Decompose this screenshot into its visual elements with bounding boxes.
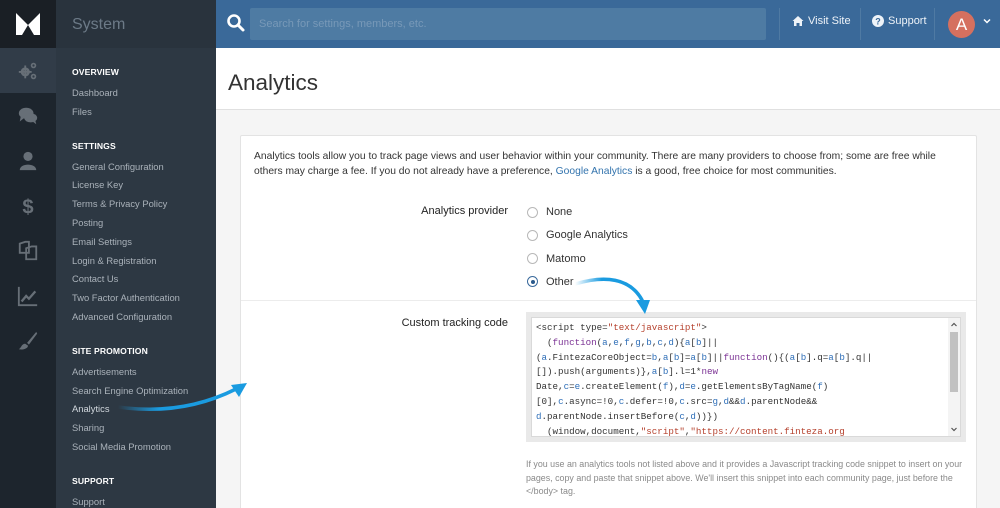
menu-item-two-factor-authentication[interactable]: Two Factor Authentication xyxy=(72,289,216,308)
intro-text: Analytics tools allow you to track page … xyxy=(254,149,964,179)
custom-tracking-code-label: Custom tracking code xyxy=(401,317,508,329)
user-avatar[interactable]: A xyxy=(948,11,975,38)
radio-button[interactable] xyxy=(527,276,538,288)
radio-option-matomo[interactable]: Matomo xyxy=(527,253,586,265)
visit-site-label: Visit Site xyxy=(808,15,851,27)
page-header: Analytics xyxy=(216,48,1000,110)
tracking-code-help-text: If you use an analytics tools not listed… xyxy=(526,459,963,496)
menu-item-search-engine-optimization[interactable]: Search Engine Optimization xyxy=(72,382,216,401)
divider xyxy=(860,8,861,40)
menu-item-support[interactable]: Support xyxy=(72,493,216,508)
menu-section: Overview Dashboard Files xyxy=(56,67,216,122)
menu-item-contact-us[interactable]: Contact Us xyxy=(72,270,216,289)
support-label: Support xyxy=(888,15,927,27)
tracking-code-textarea[interactable]: <script type="text/javascript"> (functio… xyxy=(531,317,961,437)
radio-label: Other xyxy=(546,275,574,288)
menu-item-analytics[interactable]: Analytics xyxy=(72,400,216,419)
menu-item-advanced-configuration[interactable]: Advanced Configuration xyxy=(72,308,216,327)
chat-icon xyxy=(18,107,38,124)
question-icon: ? xyxy=(872,15,884,27)
radio-option-google-analytics[interactable]: Google Analytics xyxy=(527,229,628,241)
rail-item-content[interactable] xyxy=(0,228,56,273)
search-icon[interactable] xyxy=(226,13,246,33)
menu-item-terms-privacy-policy[interactable]: Terms & Privacy Policy xyxy=(72,195,216,214)
gears-icon xyxy=(18,62,37,79)
menu-section-title: Support xyxy=(72,475,115,486)
menu-item-files[interactable]: Files xyxy=(72,103,216,122)
brush-icon xyxy=(18,331,38,349)
radio-button[interactable] xyxy=(527,253,538,265)
page-title: Analytics xyxy=(228,70,319,95)
menu-item-posting[interactable]: Posting xyxy=(72,214,216,233)
menu-item-sharing[interactable]: Sharing xyxy=(72,419,216,438)
radio-label: None xyxy=(546,206,573,218)
search-input[interactable] xyxy=(250,8,766,40)
home-icon xyxy=(792,16,804,26)
svg-text:$: $ xyxy=(22,196,33,217)
menu-item-advertisements[interactable]: Advertisements xyxy=(72,363,216,382)
icon-rail: $ xyxy=(0,0,56,508)
divider xyxy=(241,300,976,301)
menu-item-license-key[interactable]: License Key xyxy=(72,176,216,195)
menu-section: Site Promotion Advertisements Search Engin… xyxy=(56,346,216,457)
radio-option-none[interactable]: None xyxy=(527,206,572,218)
menu-section: Support Support xyxy=(56,476,216,508)
radio-button[interactable] xyxy=(527,206,538,218)
divider xyxy=(934,8,935,40)
rail-item-commerce[interactable]: $ xyxy=(0,183,56,228)
divider xyxy=(779,8,780,40)
scrollbar-thumb[interactable] xyxy=(950,332,958,392)
support-link[interactable]: ? Support xyxy=(872,15,927,27)
documents-icon xyxy=(18,240,38,260)
radio-option-other[interactable]: Other xyxy=(527,276,574,288)
logo-icon xyxy=(16,13,40,35)
rail-item-system[interactable] xyxy=(0,48,56,93)
svg-text:?: ? xyxy=(875,17,881,27)
visit-site-link[interactable]: Visit Site xyxy=(792,15,851,27)
radio-button[interactable] xyxy=(527,229,538,241)
menu-section-title: Site Promotion xyxy=(72,345,148,356)
rail-item-stats[interactable] xyxy=(0,273,56,318)
menu-item-dashboard[interactable]: Dashboard xyxy=(72,84,216,103)
chevron-up-icon[interactable] xyxy=(951,322,957,328)
chart-icon xyxy=(17,286,38,306)
menu-section-title: Settings xyxy=(72,140,116,151)
menu-section-title: Overview xyxy=(72,67,119,77)
chevron-down-icon[interactable] xyxy=(983,17,991,25)
app-logo[interactable] xyxy=(0,0,56,48)
rail-item-themes[interactable] xyxy=(0,318,56,363)
rail-item-community[interactable] xyxy=(0,93,56,138)
menu-title: System xyxy=(56,0,216,48)
analytics-provider-label: Analytics provider xyxy=(421,205,508,217)
radio-label: Matomo xyxy=(546,252,586,265)
settings-menu: System Overview Dashboard Files Settings Gen… xyxy=(56,0,216,508)
scrollbar[interactable] xyxy=(948,318,960,436)
user-icon xyxy=(19,151,37,170)
top-bar: Visit Site ? Support A xyxy=(216,0,1000,48)
chevron-down-icon[interactable] xyxy=(951,426,957,432)
rail-item-members[interactable] xyxy=(0,138,56,183)
menu-item-general-configuration[interactable]: General Configuration xyxy=(72,158,216,177)
menu-section: Settings General Configuration License Key… xyxy=(56,141,216,327)
intro-text-part: is a good, free choice for most communit… xyxy=(632,166,837,177)
menu-item-login-registration[interactable]: Login & Registration xyxy=(72,252,216,271)
tracking-code-editor: <script type="text/javascript"> (functio… xyxy=(526,312,966,442)
dollar-icon: $ xyxy=(22,196,33,217)
tracking-code-content[interactable]: <script type="text/javascript"> (functio… xyxy=(536,321,948,436)
menu-item-social-media-promotion[interactable]: Social Media Promotion xyxy=(72,438,216,457)
analytics-settings-panel: Analytics tools allow you to track page … xyxy=(240,135,977,508)
menu-item-email-settings[interactable]: Email Settings xyxy=(72,233,216,252)
radio-label: Google Analytics xyxy=(546,229,628,242)
google-analytics-link[interactable]: Google Analytics xyxy=(556,166,633,177)
